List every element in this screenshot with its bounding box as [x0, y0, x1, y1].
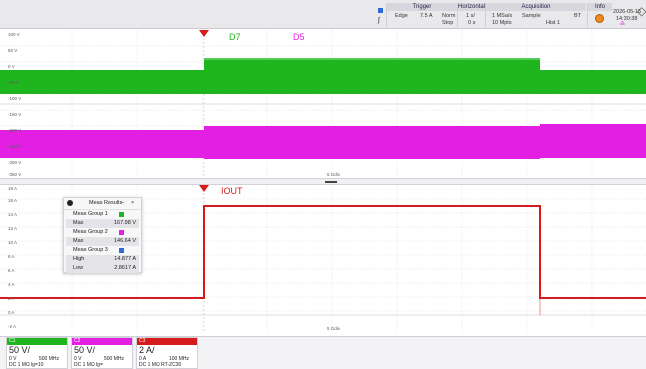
horizontal-position: 0 s [468, 20, 476, 26]
meas-group-1-color-icon [119, 212, 124, 217]
upper-waveform-panel[interactable]: 100 V 50 V 0 V -50 V -100 V -150 V -200 … [0, 30, 646, 178]
trigger-level: 7.5 A [420, 13, 433, 19]
lower-axis-mark: 5 Gdiv [327, 326, 341, 331]
lower-scale-9: 0 A [8, 310, 15, 315]
upper-scale-8: -300 V [8, 160, 21, 165]
channel-c1-bw: 500 MHz [39, 356, 60, 362]
acquisition-block[interactable]: Acquisition 1 MSa/s Sample BT 10 Mpts Hi… [485, 3, 586, 27]
lower-scale-4: 10 A [8, 240, 17, 245]
channel-c3-header: C3 [137, 338, 197, 345]
meas-row-value: 2.8617 A [114, 265, 136, 271]
upper-scale-3: -50 V [8, 80, 19, 85]
trigger-icon[interactable] [378, 8, 383, 13]
upper-scale-1: 50 V [8, 48, 17, 53]
acquisition-hist: Hist 1 [546, 20, 561, 26]
meas-minimize-button[interactable]: – [121, 198, 124, 209]
channel-c3-coupling: DC 1 MΩ RT-ZC30 [139, 362, 182, 368]
divider-handle-icon[interactable] [325, 181, 337, 183]
lower-scale-5: 8 A [8, 254, 15, 259]
nav-arrow-icon[interactable]: ◇ [637, 3, 646, 19]
channel-c2-bw: 500 MHz [104, 356, 125, 362]
upper-axis-mark: 5 Gdiv [327, 172, 341, 177]
channel-c3[interactable]: C3 2 A/ 0 A 100 MHz DC 1 MΩ RT-ZC30 [136, 337, 198, 369]
lower-scale-8: 2 A [8, 296, 15, 301]
trigger-mode: Norm [442, 13, 456, 19]
channel-c2[interactable]: C2 50 V/ 0 V 500 MHz DC 1 MΩ lg= [71, 337, 133, 369]
upper-scale-6: -200 V [8, 128, 21, 133]
lower-scale-0: 18 A [8, 186, 17, 191]
meas-group-1-row: Max 167.98 V [66, 219, 139, 228]
meas-row-value: 14.877 A [114, 256, 136, 262]
channel-c2-header: C2 [72, 338, 132, 345]
acquisition-rate: 1 MSa/s [492, 13, 513, 19]
channel-c3-bw: 100 MHz [169, 356, 190, 362]
channel-bar: C1 50 V/ 0 V 500 MHz DC 1 MΩ lg=10 C2 50… [0, 336, 646, 369]
d5-label: D5 [293, 32, 305, 42]
acquisition-mode: Sample [522, 13, 541, 19]
horizontal-title: Horizontal [458, 3, 486, 11]
lower-scale-1: 16 A [8, 198, 17, 203]
info-status-icon [595, 14, 604, 23]
trigger-type: Edge [395, 13, 408, 19]
channel-c1[interactable]: C1 50 V/ 0 V 500 MHz DC 1 MΩ lg=10 [6, 337, 68, 369]
lower-scale-10: -2 A [8, 324, 16, 329]
meas-settings-icon[interactable] [67, 200, 73, 206]
acquisition-length: 10 Mpts [492, 20, 512, 26]
meas-group-1: Meas Group 1 [64, 210, 141, 219]
horizontal-block[interactable]: Horizontal 1 s/ 0 s [457, 3, 485, 27]
lower-scale-7: 4 A [8, 282, 15, 287]
upper-scale-7: -250 V [8, 144, 21, 149]
acquisition-bt: BT [574, 13, 582, 19]
upper-scale-9: -350 V [8, 172, 21, 177]
lower-scale-3: 12 A [8, 226, 17, 231]
meas-row-label: High [73, 256, 85, 262]
upper-scale-4: -100 V [8, 96, 21, 101]
info-title: Info [588, 3, 612, 11]
meas-group-2-name: Meas Group 2 [73, 229, 108, 235]
info-block[interactable]: Info [587, 3, 612, 27]
meas-group-3: Meas Group 3 [64, 246, 141, 255]
meas-row-value: 167.98 V [113, 220, 136, 226]
meas-close-button[interactable]: × [131, 198, 134, 209]
top-toolbar: ∫ Trigger Edge 7.5 A Norm Stop Horizonta… [0, 0, 646, 29]
meas-row-label: Max [73, 220, 84, 226]
meas-group-2-row: Max 146.64 V [66, 237, 139, 246]
upper-scale-0: 100 V [8, 32, 20, 37]
channel-c1-header: C1 [7, 338, 67, 345]
meas-group-3-row-high: High 14.877 A [66, 255, 139, 264]
lower-scale-2: 14 A [8, 212, 17, 217]
meas-row-label: Max [73, 238, 84, 244]
trigger-state: Stop [442, 20, 454, 26]
channel-c2-coupling: DC 1 MΩ lg= [74, 362, 103, 368]
meas-group-1-name: Meas Group 1 [73, 211, 108, 217]
meas-group-2: Meas Group 2 [64, 228, 141, 237]
meas-group-3-color-icon [119, 248, 124, 253]
meas-results-dialog[interactable]: Meas Results – × Meas Group 1 Max 167.98… [63, 197, 142, 273]
meas-row-label: Low [73, 265, 84, 271]
horizontal-scale: 1 s/ [466, 13, 475, 19]
channel-c1-coupling: DC 1 MΩ lg=10 [9, 362, 44, 368]
panel-divider[interactable] [0, 178, 646, 185]
channel-c1-vdiv: 50 V/ [9, 345, 31, 355]
trigger-block[interactable]: Trigger Edge 7.5 A Norm Stop [386, 3, 457, 27]
meas-group-3-row-low: Low 2.8617 A [66, 264, 139, 273]
meas-results-header[interactable]: Meas Results – × [64, 198, 141, 210]
trigger-title: Trigger [387, 3, 457, 11]
meas-group-3-name: Meas Group 3 [73, 247, 108, 253]
meas-row-value: 146.64 V [113, 238, 136, 244]
network-icon: ⁂ [620, 21, 625, 27]
upper-grid: 100 V 50 V 0 V -50 V -100 V -150 V -200 … [0, 30, 646, 178]
meas-group-2-color-icon [119, 230, 124, 235]
meas-results-title: Meas Results [89, 200, 123, 206]
upper-scale-2: 0 V [8, 64, 15, 69]
trigger-slope-icon: ∫ [378, 17, 380, 24]
acquisition-title: Acquisition [486, 3, 586, 11]
upper-scale-5: -150 V [8, 112, 21, 117]
d7-label: D7 [229, 32, 241, 42]
lower-scale-6: 6 A [8, 268, 15, 273]
iout-label: IOUT [221, 186, 243, 196]
channel-c3-vdiv: 2 A/ [139, 345, 155, 355]
channel-c2-vdiv: 50 V/ [74, 345, 96, 355]
